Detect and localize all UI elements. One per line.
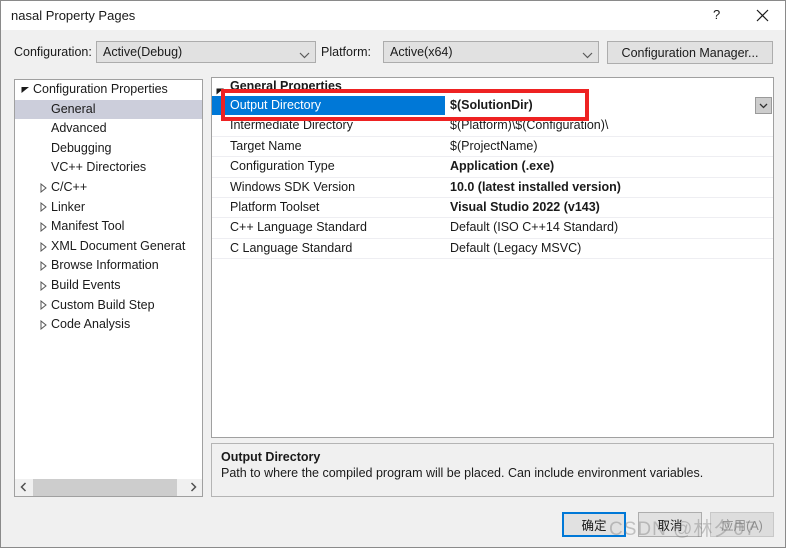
- close-icon: [756, 9, 769, 22]
- tree-item-label: Manifest Tool: [51, 219, 125, 234]
- question-mark-icon: ?: [710, 8, 723, 22]
- configuration-select-value: Active(Debug): [103, 45, 183, 59]
- apply-button: 应用(A): [710, 512, 774, 537]
- cancel-button[interactable]: 取消: [638, 512, 702, 537]
- tree-item-code-analysis[interactable]: Code Analysis: [15, 315, 202, 335]
- tree-item-custom-build-step[interactable]: Custom Build Step: [15, 296, 202, 316]
- tree-item-label: Linker: [51, 199, 86, 214]
- description-body: Path to where the compiled program will …: [221, 466, 704, 480]
- property-value-dropdown-button[interactable]: [755, 97, 772, 114]
- platform-select[interactable]: Active(x64): [383, 41, 599, 63]
- tree-item-label: Browse Information: [51, 258, 159, 273]
- property-name[interactable]: C Language Standard: [212, 239, 445, 258]
- tree-item-label: Build Events: [51, 277, 121, 292]
- property-value[interactable]: Default (ISO C++14 Standard): [446, 218, 773, 237]
- tree-item-label: Custom Build Step: [51, 297, 155, 312]
- property-row[interactable]: C Language Standard Default (Legacy MSVC): [212, 239, 773, 260]
- tree-item-label: XML Document Generat: [51, 238, 186, 253]
- configuration-toolbar: Configuration: Active(Debug) Platform: A…: [1, 30, 785, 74]
- tree-item-advanced[interactable]: Advanced: [15, 119, 202, 139]
- triangle-collapsed-icon[interactable]: [35, 256, 51, 276]
- tree-item-general[interactable]: General: [15, 99, 202, 120]
- tree-item-c-c[interactable]: C/C++: [15, 178, 202, 198]
- property-value[interactable]: $(ProjectName): [446, 137, 773, 156]
- property-value[interactable]: $(SolutionDir): [446, 96, 773, 115]
- scroll-left-button[interactable]: [15, 479, 32, 496]
- property-name[interactable]: Target Name: [212, 137, 445, 156]
- help-button[interactable]: ?: [694, 1, 739, 29]
- chevron-down-icon: [759, 96, 768, 115]
- tree-item-browse-information[interactable]: Browse Information: [15, 256, 202, 276]
- chevron-down-icon: [299, 48, 310, 59]
- tree-item-debugging[interactable]: Debugging: [15, 139, 202, 159]
- triangle-collapsed-icon[interactable]: [35, 315, 51, 335]
- property-name[interactable]: Output Directory: [212, 96, 445, 116]
- tree-item-vc-directories[interactable]: VC++ Directories: [15, 158, 202, 178]
- property-value[interactable]: Default (Legacy MSVC): [446, 239, 773, 258]
- tree-item-build-events[interactable]: Build Events: [15, 276, 202, 296]
- triangle-collapsed-icon[interactable]: [35, 198, 51, 218]
- window-title: nasal Property Pages: [11, 8, 136, 23]
- property-row[interactable]: Configuration Type Application (.exe): [212, 157, 773, 178]
- triangle-collapsed-icon[interactable]: [35, 217, 51, 237]
- property-name[interactable]: Intermediate Directory: [212, 116, 445, 135]
- property-category-header[interactable]: General Properties: [212, 78, 773, 96]
- configuration-label: Configuration:: [14, 45, 92, 59]
- chevron-right-icon: [190, 481, 197, 495]
- property-value[interactable]: $(Platform)\$(Configuration)\: [446, 116, 773, 135]
- tree-item-label: VC++ Directories: [51, 160, 147, 175]
- scroll-right-button[interactable]: [185, 479, 202, 496]
- tree-item-manifest-tool[interactable]: Manifest Tool: [15, 217, 202, 237]
- platform-label: Platform:: [321, 45, 372, 59]
- chevron-left-icon: [20, 481, 27, 495]
- configuration-select[interactable]: Active(Debug): [96, 41, 316, 63]
- property-value[interactable]: Visual Studio 2022 (v143): [446, 198, 773, 217]
- triangle-collapsed-icon[interactable]: [35, 178, 51, 198]
- ok-button[interactable]: 确定: [562, 512, 626, 537]
- tree-item-xml-document-generat[interactable]: XML Document Generat: [15, 237, 202, 257]
- description-title: Output Directory: [221, 450, 321, 464]
- tree-item-label: Code Analysis: [51, 317, 131, 332]
- property-grid-rows: Output Directory $(SolutionDir) Intermedia…: [212, 96, 773, 260]
- property-name[interactable]: Configuration Type: [212, 157, 445, 176]
- title-bar: nasal Property Pages ?: [1, 1, 785, 31]
- tree-item-label: General: [51, 101, 96, 116]
- configuration-tree-list: Configuration Properties General Advanced D…: [15, 80, 202, 478]
- property-value[interactable]: Application (.exe): [446, 157, 773, 176]
- tree-item-label: Debugging: [51, 140, 112, 155]
- property-grid[interactable]: General Properties Output Directory $(Sol…: [211, 77, 774, 438]
- tree-item-label: C/C++: [51, 179, 88, 194]
- tree-item-linker[interactable]: Linker: [15, 198, 202, 218]
- triangle-collapsed-icon[interactable]: [35, 296, 51, 316]
- triangle-collapsed-icon[interactable]: [35, 276, 51, 296]
- property-pages-dialog: nasal Property Pages ? Configuration: Ac…: [0, 0, 786, 548]
- property-row[interactable]: Platform Toolset Visual Studio 2022 (v143…: [212, 198, 773, 219]
- scrollbar-thumb[interactable]: [33, 479, 177, 496]
- property-row[interactable]: Windows SDK Version 10.0 (latest installe…: [212, 178, 773, 198]
- close-button[interactable]: [740, 1, 785, 29]
- triangle-collapsed-icon[interactable]: [35, 237, 51, 257]
- property-value[interactable]: 10.0 (latest installed version): [446, 178, 773, 197]
- property-name[interactable]: C++ Language Standard: [212, 218, 445, 237]
- property-name[interactable]: Windows SDK Version: [212, 178, 445, 197]
- svg-text:?: ?: [713, 8, 720, 22]
- property-row[interactable]: C++ Language Standard Default (ISO C++14 …: [212, 218, 773, 239]
- property-name[interactable]: Platform Toolset: [212, 198, 445, 217]
- triangle-expanded-icon[interactable]: [17, 80, 33, 100]
- property-row[interactable]: Output Directory $(SolutionDir): [212, 96, 773, 117]
- property-row[interactable]: Intermediate Directory $(Platform)\$(Conf…: [212, 116, 773, 137]
- platform-select-value: Active(x64): [390, 45, 453, 59]
- tree-item-configuration-properties[interactable]: Configuration Properties: [15, 80, 202, 100]
- tree-item-label: Configuration Properties: [33, 82, 168, 96]
- chevron-down-icon: [582, 48, 593, 59]
- tree-horizontal-scrollbar[interactable]: [15, 478, 202, 496]
- property-description-panel: Output Directory Path to where the compi…: [211, 443, 774, 497]
- property-category-label: General Properties: [230, 79, 342, 93]
- configuration-tree[interactable]: Configuration Properties General Advanced D…: [14, 79, 203, 497]
- tree-item-label: Advanced: [51, 121, 107, 136]
- property-row[interactable]: Target Name $(ProjectName): [212, 137, 773, 158]
- configuration-manager-button[interactable]: Configuration Manager...: [607, 41, 773, 64]
